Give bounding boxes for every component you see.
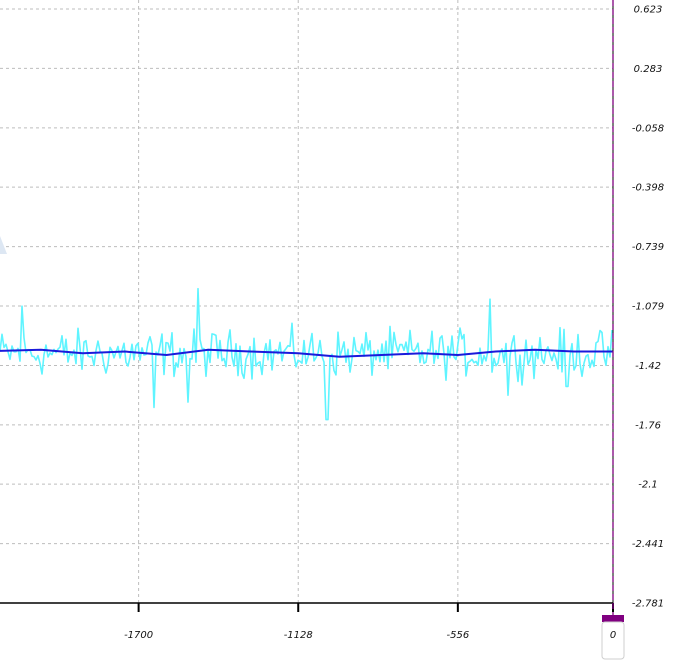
y-tick-label: -2.781 [632,599,664,610]
series-layer [0,287,613,421]
y-tick-label: -1.42 [635,361,661,372]
x-tick-label: -556 [446,630,469,641]
axis-layer: 0.623 0.283 -0.058 -0.398 -0.739 -1.079 -1.42 -… [0,0,664,641]
y-tick-label: 0.623 [634,5,663,16]
y-tick-label: -1.079 [632,302,664,313]
x-tick-label: -1128 [284,630,313,641]
cursor-label: 0 [610,630,616,641]
y-tick-label: -0.398 [632,183,664,194]
x-tick-label: -1700 [124,630,153,641]
offscreen-marker-icon [0,236,7,254]
y-tick-label: -2.1 [638,480,658,491]
y-tick-label: -1.76 [635,420,661,431]
cursor-handle[interactable] [602,615,624,622]
grid-layer [0,0,613,604]
chart: 0.623 0.283 -0.058 -0.398 -0.739 -1.079 -1.42 -… [0,0,664,660]
y-tick-label: -2.441 [632,539,664,550]
y-tick-label: -0.058 [632,123,664,134]
y-tick-label: -0.739 [632,242,664,253]
y-tick-label: 0.283 [634,64,663,75]
